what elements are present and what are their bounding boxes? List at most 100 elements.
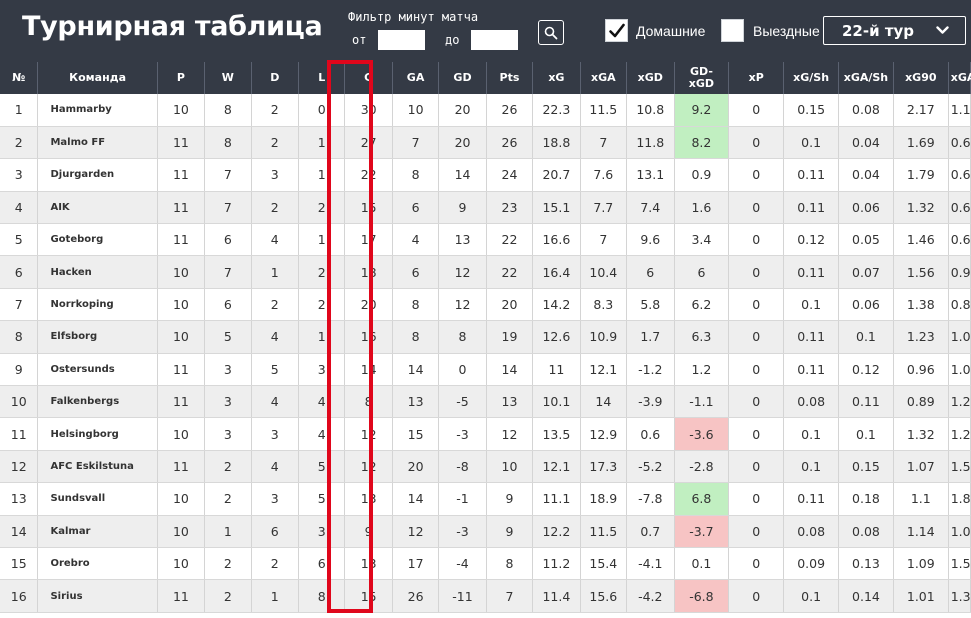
cell-team[interactable]: Elfsborg: [37, 320, 158, 354]
cell-goals: 20: [344, 288, 393, 322]
away-checkbox[interactable]: [721, 19, 744, 42]
cell-team[interactable]: Ostersunds: [37, 353, 158, 387]
column-header-losses[interactable]: L: [298, 62, 346, 94]
cell-gd-minus-xgd: 0.9: [674, 158, 730, 192]
cell-goal-difference: 8: [438, 320, 487, 354]
cell-xg-per-shot: 0.15: [783, 94, 840, 127]
cell-goals-against: 6: [392, 255, 440, 289]
cell-wins: 7: [204, 255, 252, 289]
cell-xg90: 0.89: [893, 385, 949, 419]
cell-position: 7: [0, 288, 39, 322]
column-header-points[interactable]: Pts: [486, 62, 534, 94]
table-row: 3 Djurgarden 11 7 3 1 22 8 14 24 20.7 7.6 13.1 0.9 0 0.…: [0, 158, 971, 192]
cell-goal-difference: 13: [438, 223, 487, 257]
column-header-xgd[interactable]: xGD: [626, 62, 675, 94]
away-checkbox-label: Выездные: [753, 23, 820, 39]
cell-points: 26: [486, 126, 534, 160]
search-button[interactable]: [538, 20, 564, 45]
cell-goals-against: 26: [392, 579, 440, 613]
cell-played: 11: [157, 385, 206, 419]
cell-xg-per-shot: 0.11: [783, 255, 840, 289]
table-row: 15 Orebro 10 2 2 6 13 17 -4 8 11.2 15.4 -4.1 0.1 0 0.09…: [0, 547, 971, 581]
cell-team[interactable]: Goteborg: [37, 223, 158, 257]
table-row: 16 Sirius 11 2 1 8 15 26 -11 7 11.4 15.6 -4.2 -6.8 0 0.…: [0, 579, 971, 613]
cell-xg-per-shot: 0.11: [783, 158, 840, 192]
column-header-goal-difference[interactable]: GD: [438, 62, 487, 94]
minute-filter-label: Фильтр минут матча: [348, 10, 479, 24]
cell-team[interactable]: Hacken: [37, 255, 158, 289]
home-checkbox[interactable]: [605, 19, 628, 42]
to-minute-input[interactable]: [471, 30, 518, 50]
cell-xp: 0: [728, 547, 785, 581]
cell-team[interactable]: AIK: [37, 191, 158, 225]
cell-team[interactable]: Kalmar: [37, 515, 158, 548]
cell-wins: 8: [204, 126, 252, 160]
column-header-xg[interactable]: xG: [532, 62, 581, 94]
cell-xga: 17.3: [580, 450, 628, 484]
column-header-draws[interactable]: D: [251, 62, 300, 94]
cell-draws: 2: [251, 191, 300, 225]
column-header-xga-per-shot[interactable]: xGA/Sh: [838, 62, 894, 94]
table-row: 5 Goteborg 11 6 4 1 17 4 13 22 16.6 7 9.6 3.4 0 0.12 0.0…: [0, 223, 971, 257]
column-header-team[interactable]: Команда: [37, 62, 158, 94]
cell-draws: 4: [251, 223, 300, 257]
cell-points: 13: [486, 385, 534, 419]
cell-goals-against: 8: [392, 158, 440, 192]
column-header-wins[interactable]: W: [204, 62, 252, 94]
search-icon: [544, 26, 558, 40]
from-minute-input[interactable]: [378, 30, 425, 50]
cell-gd-minus-xgd: 1.2: [674, 353, 730, 387]
column-header-goals-against[interactable]: GA: [392, 62, 440, 94]
cell-xgd: 5.8: [626, 288, 675, 322]
cell-team[interactable]: Sirius: [37, 579, 158, 613]
cell-xga90: 1.12: [948, 94, 971, 127]
column-header-gd-minus-xgd[interactable]: GD- xGD: [674, 62, 730, 94]
cell-team[interactable]: AFC Eskilstuna: [37, 450, 158, 484]
cell-team[interactable]: Malmo FF: [37, 126, 158, 160]
round-select[interactable]: 22-й тур: [823, 16, 966, 45]
column-header-xp[interactable]: xP: [728, 62, 785, 94]
cell-losses: 4: [298, 385, 346, 419]
cell-points: 24: [486, 158, 534, 192]
cell-team[interactable]: Djurgarden: [37, 158, 158, 192]
cell-played: 10: [157, 320, 206, 354]
cell-points: 9: [486, 515, 534, 548]
cell-wins: 2: [204, 482, 252, 516]
table-row: 4 AIK 11 7 2 2 15 6 9 23 15.1 7.7 7.4 1.6 0 0.11 0.06 1.3…: [0, 191, 971, 225]
cell-wins: 1: [204, 515, 252, 548]
cell-team[interactable]: Sundsvall: [37, 482, 158, 516]
cell-gd-minus-xgd: 9.2: [674, 94, 730, 127]
cell-team[interactable]: Hammarby: [37, 94, 158, 127]
table-row: 8 Elfsborg 10 5 4 1 16 8 8 19 12.6 10.9 1.7 6.3 0 0.11 0…: [0, 320, 971, 354]
column-header-xg-per-shot[interactable]: xG/Sh: [783, 62, 840, 94]
cell-xp: 0: [728, 223, 785, 257]
column-header-played[interactable]: P: [157, 62, 206, 94]
cell-wins: 2: [204, 450, 252, 484]
cell-xg: 12.1: [532, 450, 581, 484]
cell-losses: 8: [298, 579, 346, 613]
cell-team[interactable]: Helsingborg: [37, 417, 158, 451]
cell-gd-minus-xgd: 1.6: [674, 191, 730, 225]
cell-xg: 11: [532, 353, 581, 387]
cell-xgd: -3.9: [626, 385, 675, 419]
cell-team[interactable]: Falkenbergs: [37, 385, 158, 419]
cell-wins: 7: [204, 191, 252, 225]
cell-losses: 3: [298, 515, 346, 548]
cell-points: 7: [486, 579, 534, 613]
column-header-xga90[interactable]: xGA90: [948, 62, 971, 94]
cell-xgd: 10.8: [626, 94, 675, 127]
cell-draws: 2: [251, 126, 300, 160]
cell-xga-per-shot: 0.04: [838, 126, 894, 160]
column-header-position[interactable]: №: [0, 62, 39, 94]
column-header-goals[interactable]: G: [344, 62, 393, 94]
cell-xg: 11.4: [532, 579, 581, 613]
column-header-xg90[interactable]: xG90: [893, 62, 949, 94]
cell-xp: 0: [728, 353, 785, 387]
table-row: 6 Hacken 10 7 1 2 18 6 12 22 16.4 10.4 6 6 0 0.11 0.07 1.…: [0, 255, 971, 289]
cell-xga: 12.1: [580, 353, 628, 387]
column-header-xga[interactable]: xGA: [580, 62, 628, 94]
cell-team[interactable]: Norrkoping: [37, 288, 158, 322]
cell-xg-per-shot: 0.11: [783, 482, 840, 516]
cell-team[interactable]: Orebro: [37, 547, 158, 581]
cell-losses: 1: [298, 126, 346, 160]
